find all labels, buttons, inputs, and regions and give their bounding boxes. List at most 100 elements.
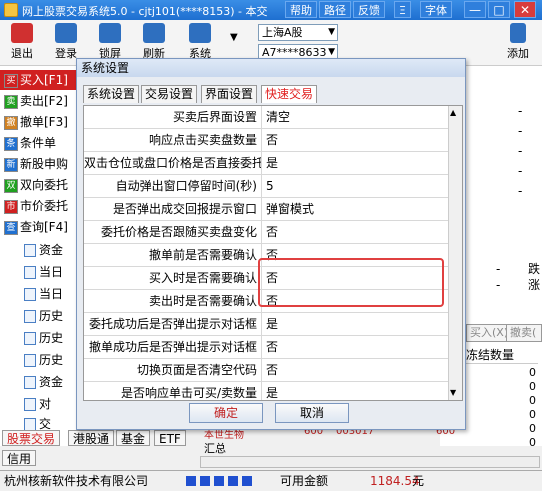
chevron-down-icon[interactable]: ▼ <box>450 388 456 397</box>
lock-button[interactable]: 锁屏 <box>90 23 130 63</box>
setting-row[interactable]: 响应点击买卖盘数量否 <box>84 129 450 152</box>
settings-grid: 买卖后界面设置 清空 响应点击买卖盘数量否 双击仓位或盘口价格是否直接委托是 自动… <box>83 105 463 401</box>
query-icon: 查 <box>4 220 18 235</box>
tab-fund[interactable]: 基金 <box>116 430 151 446</box>
subitem-label: 当日 <box>39 287 64 301</box>
cancel-sell-button[interactable]: 撤卖( <box>506 324 542 342</box>
market-select[interactable]: 上海A股 ▼ <box>258 24 338 41</box>
setting-value[interactable]: 清空 <box>266 106 446 129</box>
frozen-qty-header[interactable]: 冻结数量 <box>466 346 538 364</box>
tree-item-sell[interactable]: 卖卖出[F2] <box>0 91 78 111</box>
setting-key: 撤单前是否需要确认 <box>84 244 262 267</box>
setting-value[interactable]: 否 <box>266 221 446 244</box>
setting-row[interactable]: 是否响应单击可买/卖数量是 <box>84 382 450 400</box>
lock-icon <box>99 23 121 43</box>
setting-row[interactable]: 买卖后界面设置 清空 <box>84 106 450 129</box>
setting-row[interactable]: 双击仓位或盘口价格是否直接委托是 <box>84 152 450 175</box>
tab-trade-settings[interactable]: 交易设置 <box>141 85 198 103</box>
feedback-button[interactable]: 反馈 <box>353 1 385 18</box>
setting-row[interactable]: 委托价格是否跟随买卖盘变化否 <box>84 221 450 244</box>
cancel-button[interactable]: 取消 <box>275 403 349 423</box>
tree-subitem[interactable]: 资金 <box>0 372 78 392</box>
dash-value: - <box>496 262 501 276</box>
document-icon <box>24 266 36 279</box>
tree-label: 卖出[F2] <box>20 94 68 108</box>
setting-key: 买入时是否需要确认 <box>84 267 262 290</box>
setting-value[interactable]: 5 <box>266 175 446 198</box>
tab-ui-settings[interactable]: 界面设置 <box>201 85 258 103</box>
subitem-label: 历史 <box>39 309 64 323</box>
limit-down-label: 跌 <box>528 262 541 276</box>
tab-credit[interactable]: 信用 <box>2 450 37 466</box>
chevron-down-icon[interactable]: ▼ <box>230 32 238 43</box>
setting-row[interactable]: 自动弹出窗口停留时间(秒) 5 <box>84 175 450 198</box>
setting-value[interactable]: 否 <box>266 359 446 382</box>
tab-quick-trade[interactable]: 快速交易 <box>261 85 318 103</box>
setting-row[interactable]: 撤单成功后是否弹出提示对话框否 <box>84 336 450 359</box>
dialog-title: 系统设置 <box>77 59 465 77</box>
market-select-value: 上海A股 <box>262 26 303 39</box>
tree-item-query[interactable]: 查查询[F4] <box>0 217 78 237</box>
tree-label: 撤单[F3] <box>20 115 68 129</box>
setting-value[interactable]: 是 <box>266 382 446 400</box>
tab-etf[interactable]: ETF <box>154 430 186 446</box>
font-button[interactable]: 字体 <box>420 1 452 18</box>
subitem-label: 对 <box>39 397 52 411</box>
tree-label: 市价委托 <box>20 199 69 213</box>
close-button[interactable]: ✕ <box>514 1 536 18</box>
path-button[interactable]: 路径 <box>319 1 351 18</box>
tree-item-conditional[interactable]: 条条件单 <box>0 133 78 153</box>
minimize-button[interactable]: — <box>464 1 486 18</box>
tree-subitem[interactable]: 历史 <box>0 328 78 348</box>
dash-value: - <box>518 144 523 158</box>
progress-block <box>200 476 210 486</box>
login-button[interactable]: 登录 <box>46 23 86 63</box>
tree-item-market-order[interactable]: 市市价委托 <box>0 196 78 216</box>
setting-value[interactable]: 是 <box>266 313 446 336</box>
frozen-qty-cell: 0 <box>529 366 536 379</box>
setting-value[interactable]: 是 <box>266 152 446 175</box>
dash-value: - <box>518 184 523 198</box>
exit-button[interactable]: 退出 <box>2 23 42 63</box>
chevron-up-icon[interactable]: ▲ <box>450 108 456 117</box>
setting-key: 买卖后界面设置 <box>84 106 262 129</box>
setting-value[interactable]: 否 <box>266 129 446 152</box>
tree-label: 条件单 <box>20 136 57 150</box>
ipo-icon: 新 <box>4 157 18 172</box>
tree-item-cancel[interactable]: 撤撤单[F3] <box>0 112 78 132</box>
document-icon <box>24 244 36 257</box>
setting-row[interactable]: 是否弹出成交回报提示窗口 弹窗模式 <box>84 198 450 221</box>
setting-value[interactable]: 否 <box>266 336 446 359</box>
ok-button[interactable]: 确定 <box>189 403 263 423</box>
currency-label: 元 <box>412 474 425 488</box>
setting-key: 委托价格是否跟随买卖盘变化 <box>84 221 262 244</box>
setting-key: 是否弹出成交回报提示窗口 <box>84 198 262 221</box>
help-button[interactable]: 帮助 <box>285 1 317 18</box>
system-button[interactable]: 系统 <box>180 23 220 63</box>
tab-system-settings[interactable]: 系统设置 <box>83 85 140 103</box>
frozen-qty-cell: 0 <box>529 394 536 407</box>
add-button[interactable]: 添加 <box>498 23 538 63</box>
tree-subitem[interactable]: 当日 <box>0 262 78 282</box>
setting-value[interactable]: 弹窗模式 <box>266 198 446 221</box>
tree-subitem[interactable]: 对 <box>0 394 78 414</box>
vertical-scrollbar[interactable]: ▲ ▼ <box>448 106 462 400</box>
refresh-button[interactable]: 刷新 <box>134 23 174 63</box>
tree-item-buy[interactable]: 买买入[F1] <box>0 70 78 90</box>
setting-key: 自动弹出窗口停留时间(秒) <box>84 175 262 198</box>
menu-button[interactable]: Ξ <box>394 1 411 18</box>
tab-stock-trading[interactable]: 股票交易 <box>2 430 61 446</box>
tree-subitem[interactable]: 当日 <box>0 284 78 304</box>
tree-subitem[interactable]: 历史 <box>0 306 78 326</box>
setting-row[interactable]: 委托成功后是否弹出提示对话框是 <box>84 313 450 336</box>
tree-subitem[interactable]: 历史 <box>0 350 78 370</box>
setting-row[interactable]: 切换页面是否清空代码否 <box>84 359 450 382</box>
horizontal-scrollbar[interactable] <box>200 456 540 468</box>
tree-item-ipo[interactable]: 新新股申购 <box>0 154 78 174</box>
tree-item-two-way[interactable]: 双双向委托 <box>0 175 78 195</box>
refresh-icon <box>143 23 165 43</box>
dash-value: - <box>496 278 501 292</box>
tab-hk-connect[interactable]: 港股通 <box>68 430 115 446</box>
maximize-button[interactable]: □ <box>488 1 510 18</box>
tree-subitem[interactable]: 资金 <box>0 240 78 260</box>
